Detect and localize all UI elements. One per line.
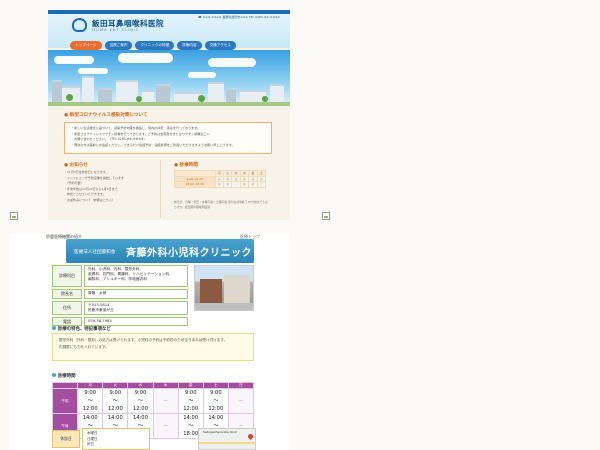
table-cell: ◎: [239, 181, 250, 188]
table-cell: 9:00 〜 12:00: [127, 388, 154, 414]
column-divider: [160, 160, 161, 218]
hours-section-title: 診療時間: [52, 373, 76, 379]
table-cell: ／: [231, 181, 241, 188]
table-row: 15:00-18:30 ◎ ◎ ／ ◎ ◎ ／: [174, 181, 267, 188]
table-cell: 15:00-18:30: [174, 181, 216, 188]
info-label: 院長名: [52, 289, 82, 299]
cloud: [54, 56, 94, 64]
building: [270, 84, 284, 102]
cloud: [118, 53, 173, 63]
row-label: 午前: [51, 388, 79, 414]
closed-days-box: 木曜日 日曜日 祝日: [82, 428, 150, 450]
building: [208, 82, 224, 102]
building: [226, 88, 236, 102]
cloud: [188, 72, 216, 78]
table-cell: ／: [256, 181, 267, 188]
main-nav: トップページ 当院ご案内 クリニックの特徴 診療内容 交通アクセス: [70, 41, 236, 50]
clinic-corporation-name: 医療法人社団藤和会: [74, 250, 116, 255]
info-label: 診療科目: [52, 265, 82, 287]
hours-table: 月 火 水 木 金 土 9:00-12:30 ◎ ◎ ◎ ◎ ◎ ◎ 15:00…: [174, 170, 267, 188]
table-cell: −: [152, 388, 179, 414]
info-label: 電話: [52, 317, 82, 326]
table-cell: 9:00 〜 12:00: [202, 388, 229, 414]
nav-clinic-guide[interactable]: 当院ご案内: [104, 41, 133, 50]
table-cell: −: [227, 388, 255, 414]
table-cell: 9:00 〜 12:00: [102, 388, 129, 414]
info-departments: 外科、小児科、内科、整形外科、 皮膚科、肛門科、胃腸科、リハビリテーション科、 …: [84, 265, 188, 287]
table-cell: ◎: [248, 181, 258, 188]
notes-section-title: 診療の特色、特記事項など: [52, 326, 111, 332]
table-cell: ◎: [222, 181, 233, 188]
building: [156, 84, 170, 102]
section-bullet-icon: [52, 326, 56, 330]
table-row: 午前 9:00 〜 12:00 9:00 〜 12:00 9:00 〜 12:0…: [51, 388, 255, 414]
broken-image-icon: [10, 212, 18, 220]
nav-top-page[interactable]: トップページ: [70, 41, 102, 50]
header-accent-line: [48, 10, 290, 14]
table-cell: ◎: [214, 181, 224, 188]
cloud: [208, 58, 256, 67]
building: [82, 76, 94, 102]
building: [98, 88, 112, 102]
info-label: 住所: [52, 301, 82, 315]
note-line: 整形外科（外科・整形）の処方は受けられます。小児科の予約は予約枠のため空きあれば…: [59, 338, 228, 342]
header-contact-info: ☎ ※※※-※※※※ 長野県飯田市※※※ TEL 0265-※※-※※※※: [198, 15, 281, 19]
nav-access[interactable]: 交通アクセス: [204, 41, 236, 50]
building: [116, 80, 138, 102]
news-item[interactable]: ・お盆休みについて（詳細はこちら）: [64, 198, 156, 204]
info-address: 〒513-0814 鈴鹿市東旭が丘: [84, 301, 188, 315]
hours-title-text: 診療時間: [58, 374, 76, 379]
info-phone[interactable]: 059-38-7985: [84, 317, 188, 326]
info-director: 斉藤 太郎: [84, 289, 188, 299]
notice-line: ・発熱の方は事前にお電話ください。できるだけ電話予約・電話診療をご利用いただけま…: [71, 142, 235, 147]
hours-note: 休診日：日曜・祝日・水曜午後・土曜午後 受付は診療終了30分前までとなります。飯…: [174, 200, 268, 209]
covid-notice-title: ● 新型コロナウイルス感染対策について: [64, 113, 148, 118]
nav-treatments[interactable]: 診療内容: [177, 41, 202, 50]
clinic-logo-english: IIJIMA ENT CLINIC: [92, 28, 140, 32]
table-cell: 9:00 〜 12:00: [177, 388, 204, 414]
covid-notice-box: ・新しい生活様式に基づいて、感染予防対策を徹底し、院内の換気・消毒を行っておりま…: [64, 122, 272, 154]
map-place-label: SaitogekiSyounika Clinic: [203, 430, 238, 434]
news-list: ・11月3日は休診日となります。 ・インフルエンザ予防接種を開始しています （予…: [64, 170, 156, 203]
tree: [198, 95, 205, 102]
building: [52, 80, 62, 102]
notes-box: 整形外科（外科・整形）の処方は受けられます。小児科の予約は予約枠のため空きあれば…: [52, 333, 254, 361]
building: [142, 90, 154, 102]
map-road: [198, 442, 256, 444]
hero-ground: [48, 102, 290, 106]
table-cell: 9:00 〜 12:00: [77, 388, 104, 414]
cloud: [78, 68, 108, 74]
table-row: 9:00-12:30 ◎ ◎ ◎ ◎ ◎ ◎: [174, 175, 267, 182]
section-bullet-icon: [52, 373, 56, 377]
broken-image-icon: [322, 212, 330, 220]
clinic-logo-icon: [72, 18, 87, 32]
news-title: ● お知らせ: [64, 163, 88, 168]
closed-days-label: 休診日: [52, 430, 80, 448]
photo-road: [195, 303, 253, 310]
nav-features[interactable]: クリニックの特徴: [135, 41, 175, 50]
clinic-directory-screenshot: 鈴鹿医療機関の紹介 医療トップ 医療法人社団藤和会 斉藤外科小児科クリニック 診…: [10, 233, 290, 450]
clinic-name: 斉藤外科小児科クリニック: [126, 248, 252, 259]
tree: [66, 94, 73, 101]
hero-cityscape-illustration: [48, 50, 290, 106]
note-line: 内視鏡にも力を入れています。: [59, 345, 109, 349]
closed-day: 祝日: [87, 442, 94, 446]
notes-title-text: 診療の特色、特記事項など: [58, 327, 111, 332]
table-cell: −: [152, 413, 179, 439]
hours-title: ● 診療時間: [174, 163, 198, 168]
clinic-homepage-screenshot: 飯田耳鼻咽喉科医院 IIJIMA ENT CLINIC ☎ ※※※-※※※※ 長…: [48, 10, 290, 220]
